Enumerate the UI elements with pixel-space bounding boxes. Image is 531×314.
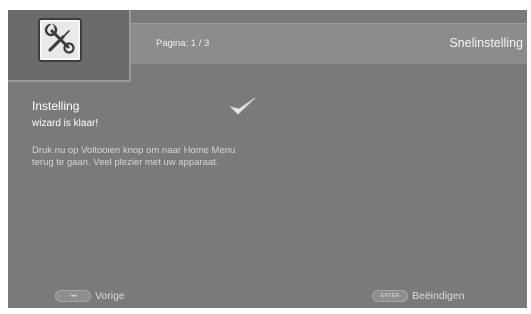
finish-button[interactable]: ENTER Beëindigen (372, 290, 465, 302)
back-label: Vorige (95, 290, 125, 302)
checkmark-icon (229, 96, 256, 121)
instruction-line-2: terug te gaan. Veel plezier met uw appar… (32, 157, 219, 168)
back-key-icon: I◂◂ (55, 290, 91, 302)
instruction-line-1: Druk nu op Voltooien knop om naar Home M… (32, 145, 236, 156)
heading: Instelling (32, 99, 80, 113)
enter-key-icon: ENTER (372, 290, 408, 302)
setup-screen: Pagina: 1 / 3 Snelinstelling Instelling … (8, 10, 527, 308)
page-title: Snelinstelling (449, 36, 523, 50)
icon-panel (8, 10, 131, 82)
subheading: wizard is klaar! (32, 118, 99, 129)
page-indicator: Pagina: 1 / 3 (156, 38, 210, 49)
back-button[interactable]: I◂◂ Vorige (55, 290, 125, 302)
finish-label: Beëindigen (412, 290, 465, 302)
instruction-text: Druk nu op Voltooien knop om naar Home M… (32, 145, 312, 169)
settings-wrench-screwdriver-icon (38, 18, 82, 62)
